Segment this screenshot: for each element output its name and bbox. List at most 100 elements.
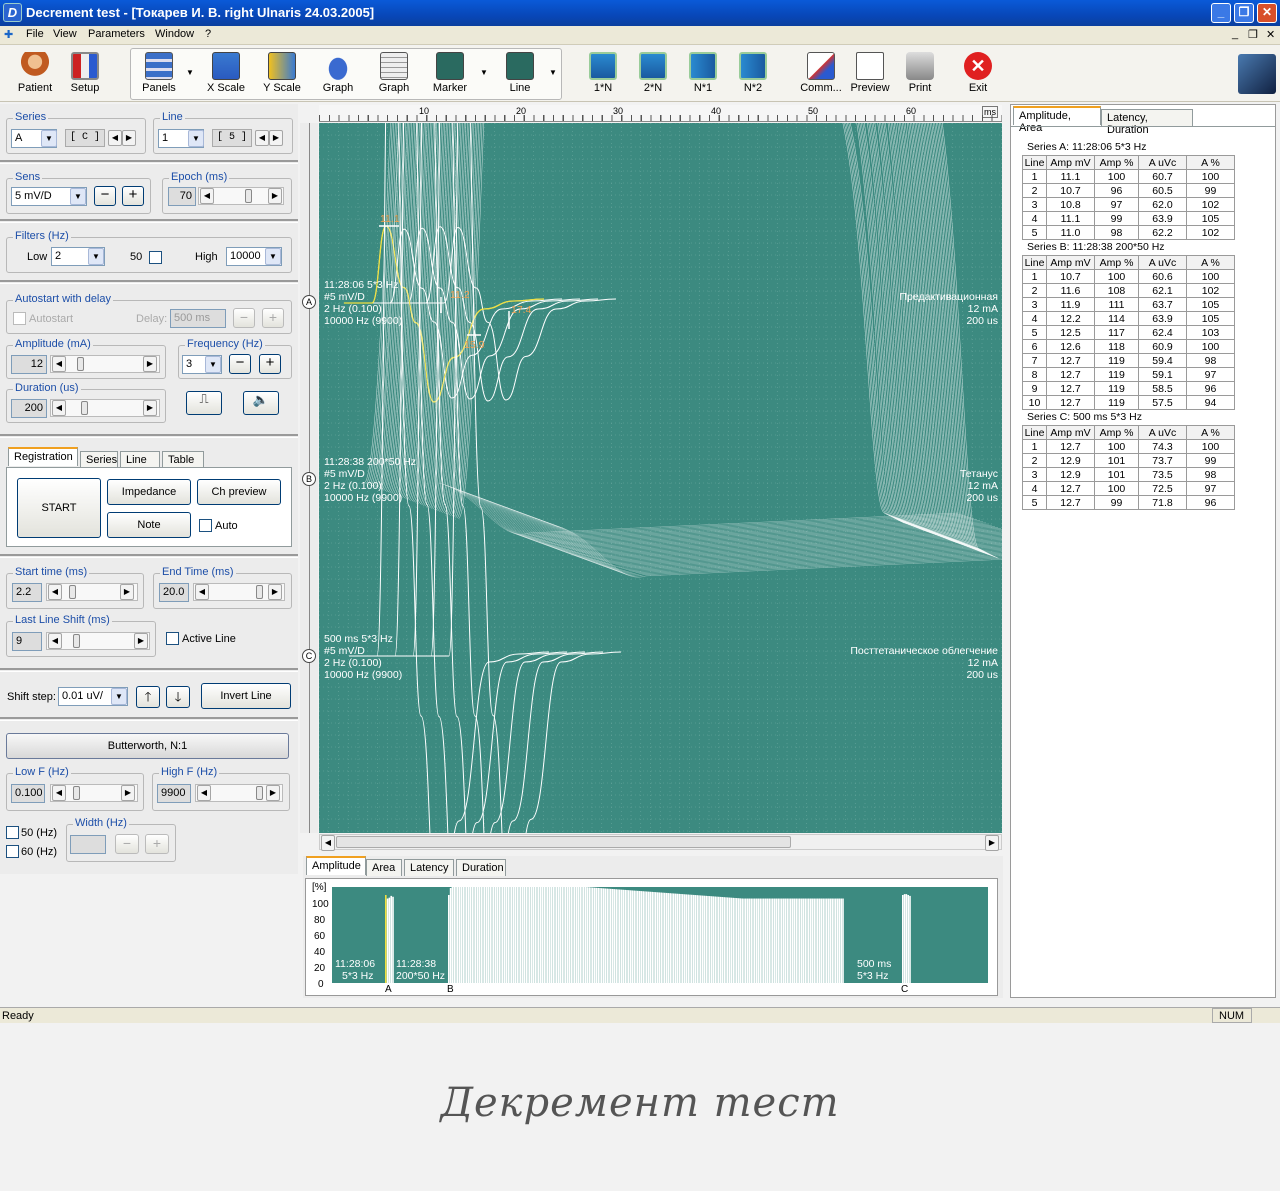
menu-file[interactable]: File	[26, 28, 44, 40]
start-time-left-button[interactable]: ◀	[48, 584, 62, 600]
series-marker-c[interactable]: C	[302, 649, 316, 663]
start-time-right-button[interactable]: ▶	[120, 584, 134, 600]
tab-duration[interactable]: Duration	[456, 859, 506, 876]
tab-amplitude-area[interactable]: Amplitude, Area	[1013, 106, 1101, 134]
amplitude-value[interactable]: 12	[11, 355, 47, 374]
table-row[interactable]: 7 12.7 119 59.4 98	[1022, 353, 1235, 368]
line-next-button[interactable]: ▶	[269, 130, 283, 146]
table-row[interactable]: 5 11.0 98 62.2 102	[1022, 225, 1235, 240]
tab-amplitude[interactable]: Amplitude	[306, 856, 366, 875]
mdi-minimize-icon[interactable]: _	[1232, 28, 1238, 40]
note-button[interactable]: Note	[107, 512, 191, 538]
epoch-right-button[interactable]: ▶	[268, 188, 282, 204]
sens-dropdown-icon[interactable]: ▼	[70, 188, 86, 205]
amplitude-right-button[interactable]: ▶	[143, 356, 157, 372]
invert-line-button[interactable]: Invert Line	[201, 683, 291, 709]
frequency-increase-button[interactable]: +	[259, 354, 281, 374]
1n-button[interactable]: 1*N	[576, 50, 630, 98]
duration-left-button[interactable]: ◀	[52, 400, 66, 416]
start-time-value[interactable]: 2.2	[12, 583, 42, 602]
table-row[interactable]: 4 12.2 114 63.9 105	[1022, 311, 1235, 326]
epoch-left-button[interactable]: ◀	[200, 188, 214, 204]
line-prev-button[interactable]: ◀	[255, 130, 269, 146]
duration-right-button[interactable]: ▶	[143, 400, 157, 416]
autostart-checkbox[interactable]	[13, 312, 26, 325]
n2-button[interactable]: N*2	[726, 50, 780, 98]
frequency-dropdown-icon[interactable]: ▼	[205, 356, 221, 373]
graph-grid-button[interactable]: Graph	[367, 50, 421, 98]
tab-latency[interactable]: Latency	[404, 859, 454, 876]
delay-increase-button[interactable]: +	[262, 308, 284, 328]
frequency-decrease-button[interactable]: −	[229, 354, 251, 374]
sens-decrease-button[interactable]: −	[94, 186, 116, 206]
waveform-display[interactable]: 11:28:06 5*3 Hz #5 mV/D 2 Hz (0.100) 10000 …	[319, 123, 1002, 833]
low-f-slider-thumb[interactable]	[73, 786, 80, 800]
scope-scrollbar[interactable]: ◀ ▶	[319, 834, 1002, 851]
table-row[interactable]: 4 12.7 100 72.5 97	[1022, 481, 1235, 496]
series-marker-b[interactable]: B	[302, 472, 316, 486]
notch-50hz-checkbox[interactable]	[6, 826, 19, 839]
active-line-checkbox[interactable]	[166, 632, 179, 645]
pulse-shape-button[interactable]: ⎍	[186, 391, 222, 415]
shift-step-dropdown-icon[interactable]: ▼	[111, 688, 127, 705]
width-value[interactable]	[70, 835, 106, 854]
width-decrease-button[interactable]: −	[115, 834, 139, 854]
table-row[interactable]: 2 11.6 108 62.1 102	[1022, 283, 1235, 298]
table-row[interactable]: 2 10.7 96 60.5 99	[1022, 183, 1235, 198]
panels-dropdown-icon[interactable]: ▼	[186, 68, 194, 77]
table-row[interactable]: 3 11.9 111 63.7 105	[1022, 297, 1235, 312]
marker-button[interactable]: Marker	[423, 50, 477, 98]
notch-60hz-checkbox[interactable]	[6, 845, 19, 858]
scroll-left-button[interactable]: ◀	[321, 835, 335, 851]
table-row[interactable]: 4 11.1 99 63.9 105	[1022, 211, 1235, 226]
line-dropdown-icon[interactable]: ▼	[188, 130, 204, 147]
high-f-slider-thumb[interactable]	[256, 786, 263, 800]
tab-table[interactable]: Table	[162, 451, 204, 468]
duration-slider-thumb[interactable]	[81, 401, 88, 415]
series-next-button[interactable]: ▶	[122, 130, 136, 146]
line-button[interactable]: Line	[493, 50, 547, 98]
amplitude-slider-thumb[interactable]	[77, 357, 84, 371]
mdi-restore-icon[interactable]: ❐	[1248, 28, 1258, 41]
print-button[interactable]: Print	[893, 50, 947, 98]
high-f-right-button[interactable]: ▶	[266, 785, 280, 801]
delay-select[interactable]: 500 ms	[170, 309, 226, 328]
table-row[interactable]: 3 10.8 97 62.0 102	[1022, 197, 1235, 212]
delay-decrease-button[interactable]: −	[233, 308, 255, 328]
table-row[interactable]: 8 12.7 119 59.1 97	[1022, 367, 1235, 382]
menu-parameters[interactable]: Parameters	[88, 28, 145, 40]
high-f-left-button[interactable]: ◀	[197, 785, 211, 801]
filter-high-dropdown-icon[interactable]: ▼	[265, 248, 281, 265]
shift-down-button[interactable]: 🡓	[166, 686, 190, 708]
table-row[interactable]: 6 12.6 118 60.9 100	[1022, 339, 1235, 354]
patient-button[interactable]: Patient	[8, 50, 62, 98]
amplitude-left-button[interactable]: ◀	[52, 356, 66, 372]
table-row[interactable]: 3 12.9 101 73.5 98	[1022, 467, 1235, 482]
table-row[interactable]: 10 12.7 119 57.5 94	[1022, 395, 1235, 410]
mdi-close-icon[interactable]: ✕	[1266, 28, 1275, 41]
app-menu-icon[interactable]: ✚	[4, 28, 13, 41]
impedance-button[interactable]: Impedance	[107, 479, 191, 505]
low-f-right-button[interactable]: ▶	[121, 785, 135, 801]
table-row[interactable]: 5 12.5 117 62.4 103	[1022, 325, 1235, 340]
series-prev-button[interactable]: ◀	[108, 130, 122, 146]
n1-button[interactable]: N*1	[676, 50, 730, 98]
marker-dropdown-icon[interactable]: ▼	[480, 68, 488, 77]
butterworth-button[interactable]: Butterworth, N:1	[6, 733, 289, 759]
menu-help[interactable]: ?	[205, 28, 211, 40]
comment-button[interactable]: Comm...	[794, 50, 848, 98]
table-row[interactable]: 1 12.7 100 74.3 100	[1022, 439, 1235, 454]
end-time-slider-thumb[interactable]	[256, 585, 263, 599]
last-shift-right-button[interactable]: ▶	[134, 633, 148, 649]
epoch-value[interactable]: 70	[168, 187, 196, 206]
tab-registration[interactable]: Registration	[8, 447, 78, 466]
duration-value[interactable]: 200	[11, 399, 47, 418]
last-shift-value[interactable]: 9	[12, 632, 42, 651]
maximize-button[interactable]: ❐	[1234, 3, 1254, 23]
line-dropdown-icon[interactable]: ▼	[549, 68, 557, 77]
menu-view[interactable]: View	[53, 28, 77, 40]
shift-up-button[interactable]: 🡑	[136, 686, 160, 708]
series-dropdown-icon[interactable]: ▼	[41, 130, 57, 147]
tab-latency-duration[interactable]: Latency, Duration	[1101, 109, 1193, 136]
low-f-left-button[interactable]: ◀	[52, 785, 66, 801]
